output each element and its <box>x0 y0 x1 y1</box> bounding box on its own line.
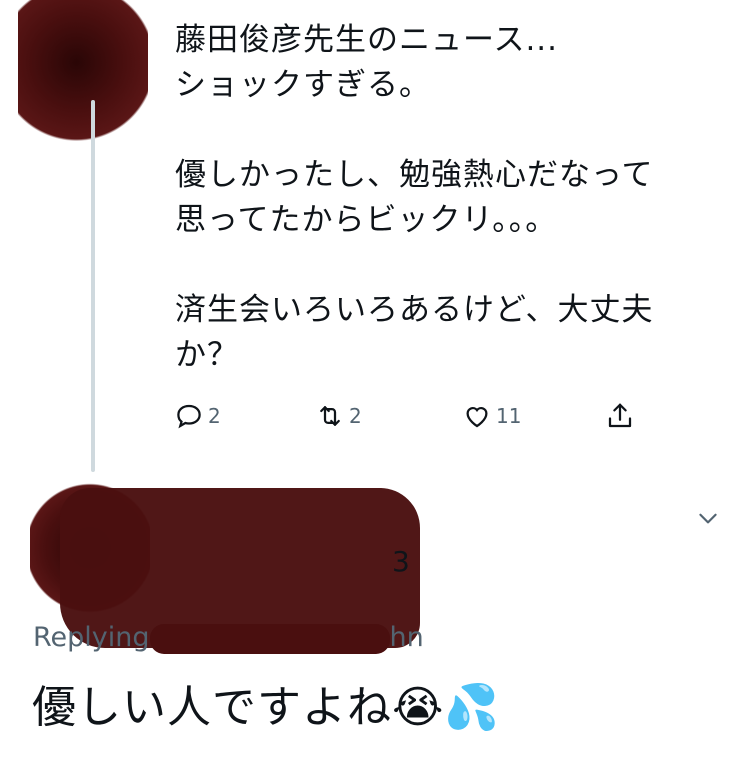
reply-icon <box>177 404 201 429</box>
reply-text: 優しい人ですよね😭💦 <box>32 682 501 733</box>
like-icon <box>466 407 488 428</box>
reply-button[interactable]: 2 <box>174 398 221 434</box>
share-button[interactable] <box>605 398 635 434</box>
replying-tail: hn <box>389 622 424 653</box>
retweet-icon <box>320 406 340 426</box>
reply-count: 2 <box>208 404 221 428</box>
handle-fragment: 3 <box>392 545 410 578</box>
thread-connector-line <box>91 100 95 472</box>
retweet-count: 2 <box>349 404 362 428</box>
like-button[interactable]: 11 <box>462 398 521 434</box>
redacted-replying-handle <box>149 623 390 654</box>
share-icon <box>608 403 632 428</box>
like-count: 11 <box>496 404 522 428</box>
replying-to-line: Replying hn <box>33 622 424 654</box>
chevron-down-icon[interactable] <box>695 505 721 531</box>
replying-prefix: Replying <box>33 622 150 653</box>
avatar-redacted[interactable] <box>18 0 148 145</box>
retweet-button[interactable]: 2 <box>315 398 362 434</box>
tweet-text: 藤田俊彦先生のニュース... ショックすぎる。 優しかったし、勉強熱心だなって … <box>175 22 654 373</box>
